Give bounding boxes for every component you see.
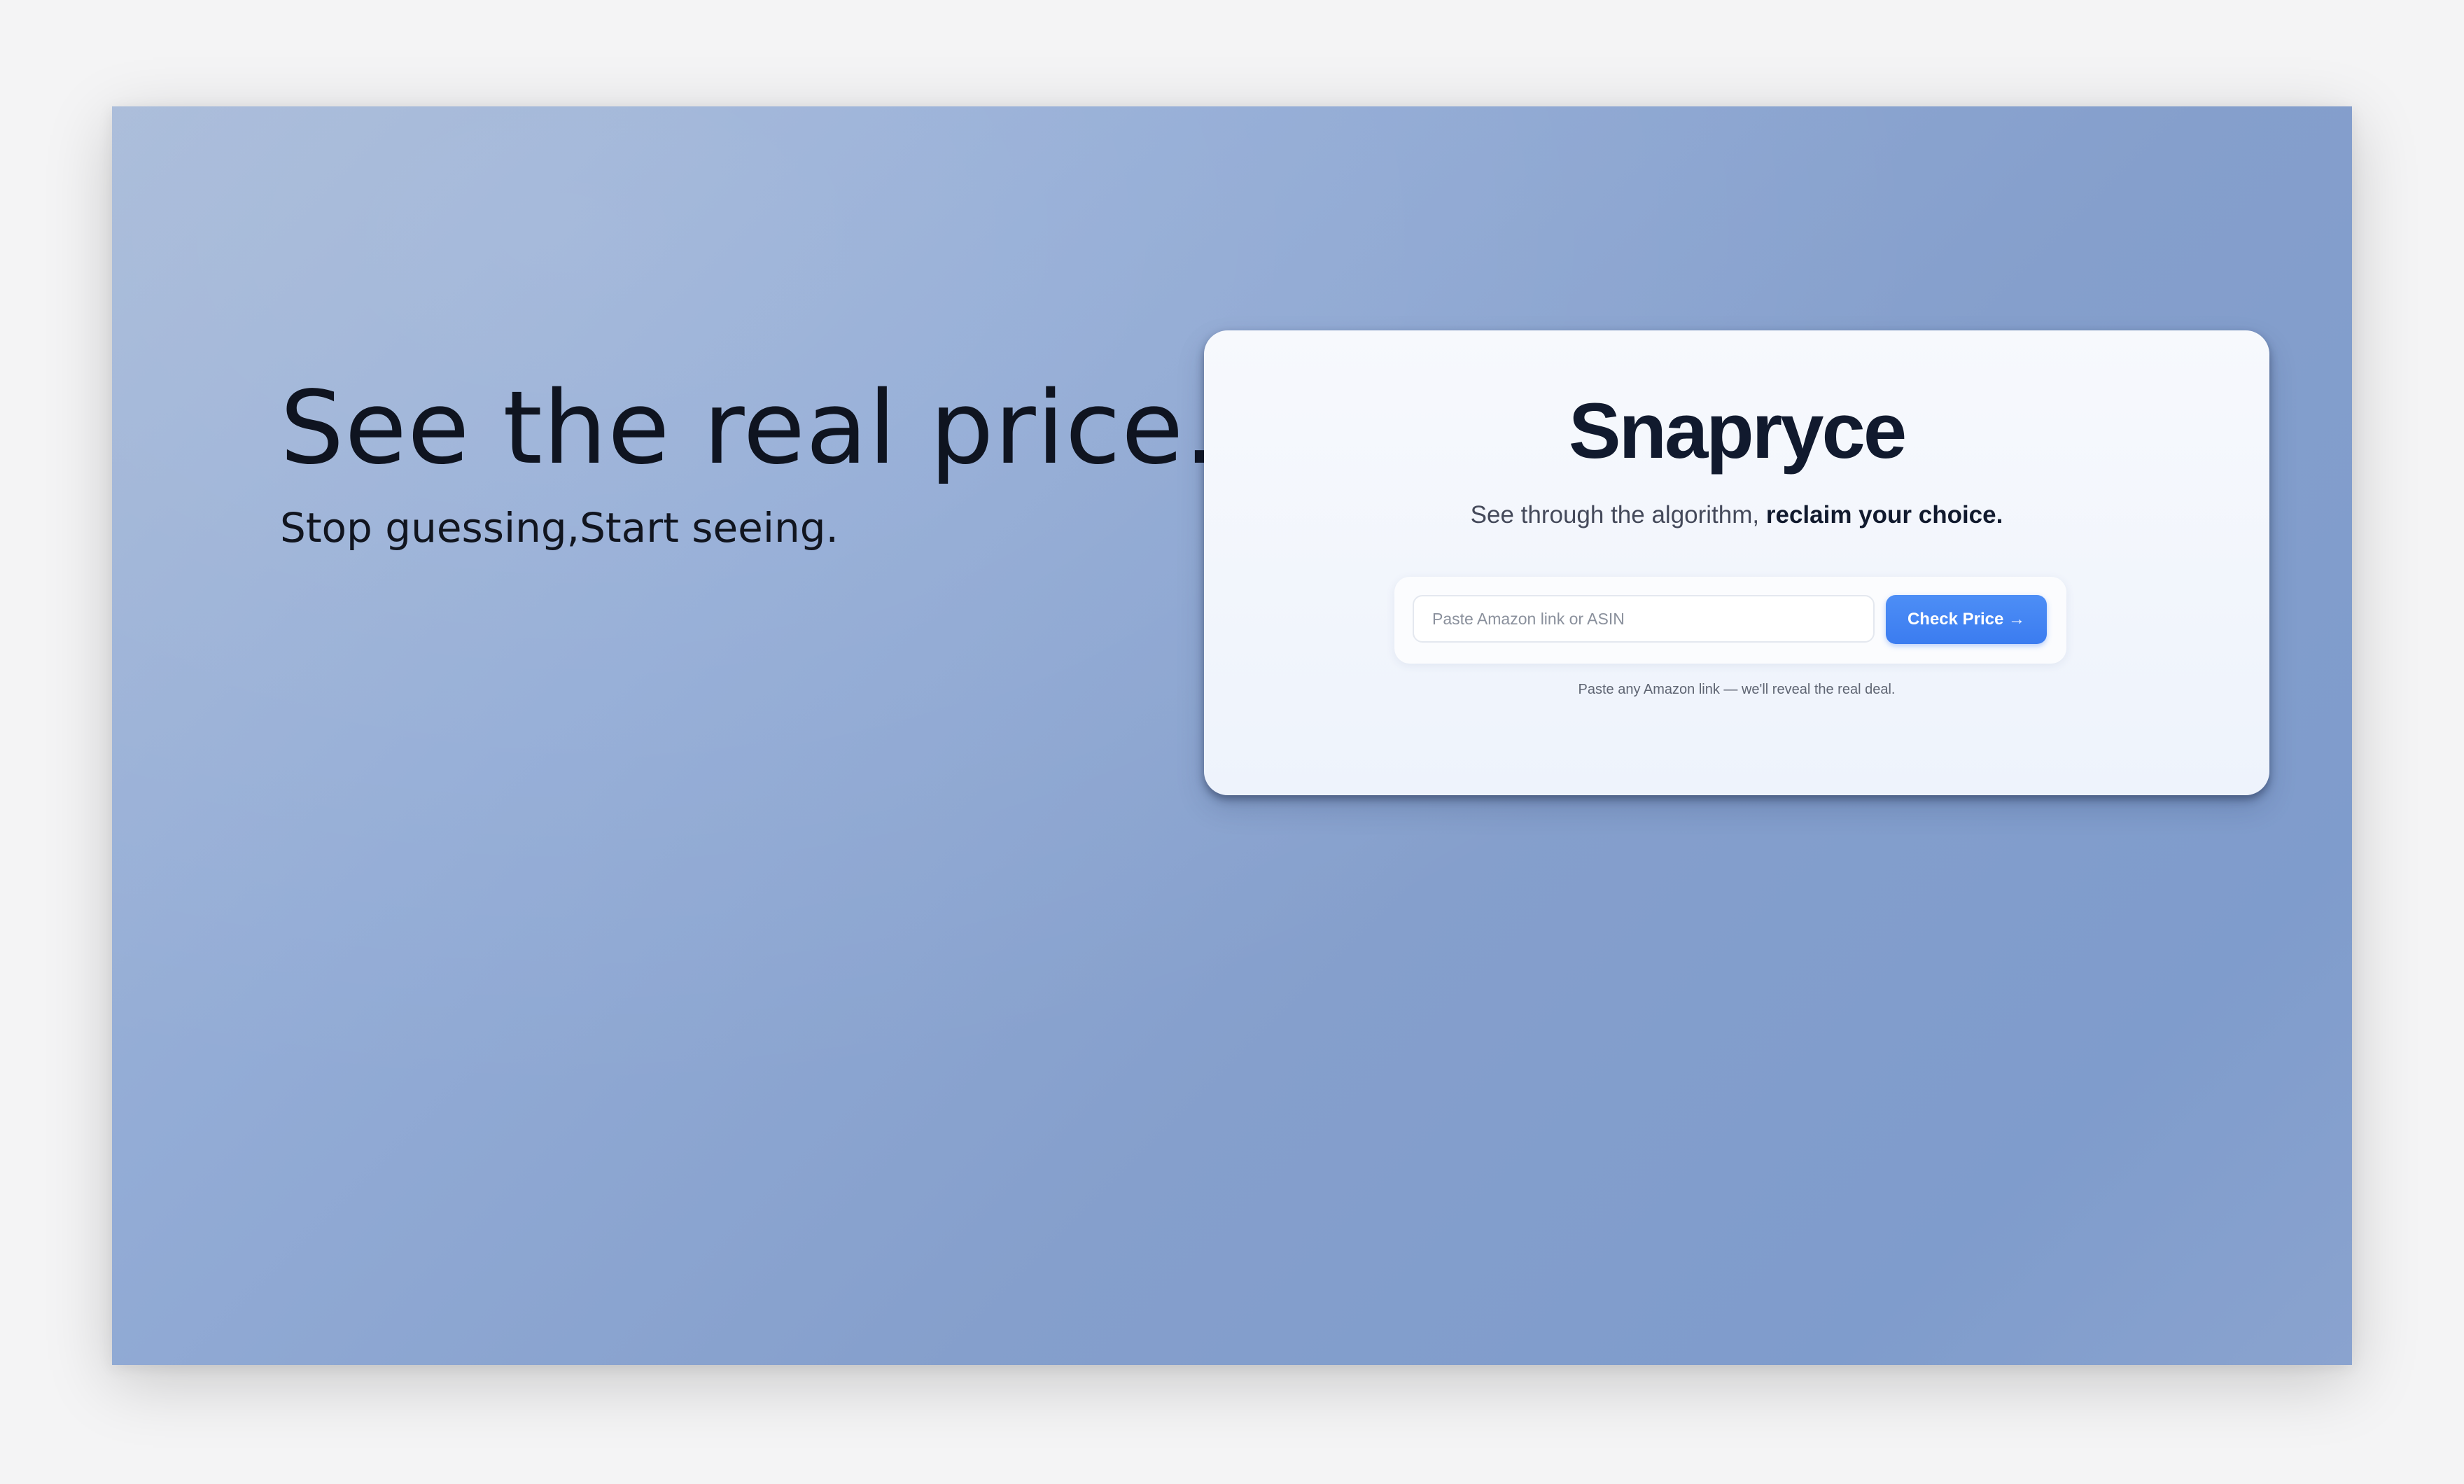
page-background: See the real price. Stop guessing,Start … bbox=[112, 106, 2352, 1365]
hero-subtitle: Stop guessing,Start seeing. bbox=[280, 504, 839, 552]
tagline: See through the algorithm, reclaim your … bbox=[1204, 501, 2269, 529]
hero-section: See the real price. Stop guessing,Start … bbox=[280, 372, 1217, 552]
hero-title: See the real price. bbox=[280, 369, 1217, 486]
tagline-bold: reclaim your choice. bbox=[1765, 501, 2003, 528]
helper-text: Paste any Amazon link — we'll reveal the… bbox=[1578, 682, 1896, 697]
amazon-link-input[interactable] bbox=[1413, 595, 1875, 643]
brand-logo-text: Snapryce bbox=[1568, 387, 1907, 475]
check-price-button[interactable]: Check Price → bbox=[1886, 595, 2047, 644]
tagline-regular: See through the algorithm, bbox=[1470, 501, 1766, 528]
price-check-card: Snapryce See through the algorithm, recl… bbox=[1204, 330, 2269, 795]
search-bar: Check Price → bbox=[1394, 577, 2066, 664]
